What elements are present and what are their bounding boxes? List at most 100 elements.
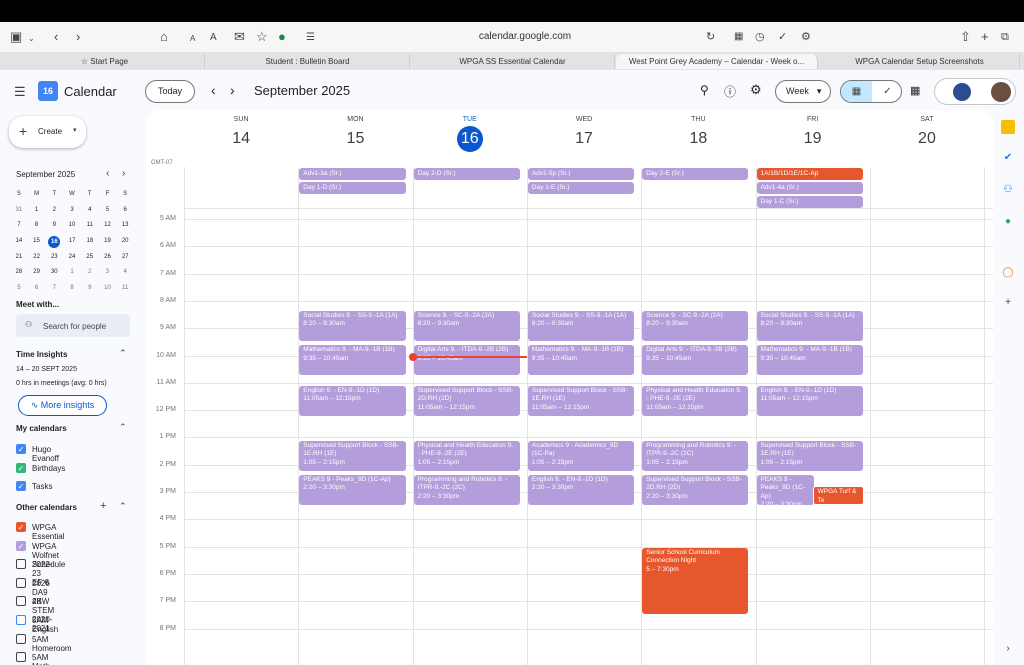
all-day-event[interactable]: Adv1-4a (Sr.) [756, 182, 863, 194]
calendar-checkbox[interactable]: ✓ [16, 462, 26, 473]
mini-day[interactable]: 10 [99, 281, 117, 297]
calendar-event[interactable]: English 9. - EN-9.-1D (1D) 11:05am – 12:1… [299, 385, 406, 416]
mini-day[interactable]: 4 [116, 265, 134, 281]
mini-day[interactable]: 5 [10, 281, 28, 297]
mini-prev-icon[interactable]: ‹ [106, 168, 109, 179]
calendar-checkbox[interactable]: ✓ [16, 522, 26, 532]
mini-day[interactable]: 18 [81, 234, 99, 250]
today-button[interactable]: Today [145, 80, 195, 103]
mini-day[interactable]: 1 [28, 203, 46, 219]
search-people-input[interactable]: ⚇ Search for people [16, 314, 130, 337]
calendar-event[interactable]: Supervised Support Block - SSB-1E.RH (1E… [527, 385, 635, 416]
mini-day[interactable]: 3 [99, 265, 117, 281]
calendar-event[interactable]: Social Studies 9. - SS-9.-1A (1A) 8:20 – … [299, 310, 406, 341]
star-icon[interactable]: ☆ [256, 28, 268, 46]
day-number[interactable]: 15 [298, 127, 412, 151]
mini-day[interactable]: 8 [28, 218, 46, 234]
calendar-event[interactable]: Social Studies 9. - SS-9.-1A (1A) 8:20 – … [527, 310, 635, 341]
collapse-icon[interactable]: ⌃ [119, 501, 127, 512]
tasks-view-icon[interactable]: ✓ [872, 81, 901, 102]
next-week-icon[interactable]: › [230, 82, 235, 98]
tab-overview-icon[interactable]: ⧉ [1001, 28, 1009, 46]
text-larger-icon[interactable]: A [210, 29, 217, 47]
calendar-event[interactable]: Supervised Support Block - SSB-1E.RH (1E… [299, 440, 406, 471]
grammarly-icon[interactable]: ● [278, 28, 286, 46]
day-number[interactable]: 16 [456, 126, 483, 152]
calendar-event[interactable]: Science 9. - SC-9.-2A (2A) 8:20 – 9:30am [413, 310, 520, 341]
tab-setup-screenshots[interactable]: WPGA Calendar Setup Screenshots [820, 54, 1020, 69]
school-crest-icon[interactable] [953, 83, 971, 101]
mini-day[interactable]: 30 [45, 265, 63, 281]
home-icon[interactable]: ⌂ [160, 28, 168, 46]
all-day-event[interactable]: Day 1-C (Sr.) [756, 196, 863, 208]
create-button[interactable]: + Create ▾ [9, 116, 86, 148]
calendar-checkbox[interactable] [16, 652, 26, 663]
calendar-checkbox[interactable] [16, 577, 26, 588]
calendar-checkbox[interactable]: ✓ [16, 444, 26, 454]
mail-icon[interactable]: ✉ [234, 28, 245, 46]
mini-day[interactable]: 12 [99, 218, 117, 234]
calendar-event[interactable]: English 9. - EN-9.-1D (1D) 11:05am – 12:1… [756, 385, 863, 416]
calendar-checkbox[interactable]: ✓ [16, 540, 26, 551]
tab-calendar-week[interactable]: West Point Grey Academy – Calendar - Wee… [616, 54, 818, 69]
sidebar-toggle-icon[interactable]: ▣ [10, 28, 22, 46]
all-day-event[interactable]: Adv1-5p (Sr.) [527, 168, 635, 180]
calendar-event[interactable]: Academics 9 - Academics_9D (1C-Pa) 1:05 –… [527, 440, 635, 471]
day-number[interactable]: 19 [756, 127, 870, 151]
day-number[interactable]: 14 [184, 127, 298, 151]
addon-icon[interactable]: ◯ [1001, 266, 1015, 280]
calendar-event[interactable]: Mathematics 9. - MA-9.-1B (1B) 9:35 – 10:… [756, 345, 863, 375]
mini-day[interactable]: 11 [81, 218, 99, 234]
calendar-event[interactable]: Supervised Support Block - SSB-1E.RH (1E… [756, 440, 863, 471]
clock-icon[interactable]: ◷ [755, 28, 765, 46]
mini-day[interactable]: 10 [63, 218, 81, 234]
calendar-event[interactable]: Physical and Health Education 9. - PHE-9… [642, 385, 749, 416]
mini-day[interactable]: 22 [28, 250, 46, 266]
calendar-event[interactable]: Supervised Support Block - SSB-2D.RH (2D… [642, 474, 749, 505]
calendar-checkbox[interactable] [16, 559, 26, 570]
mini-day[interactable]: 16 [48, 236, 61, 249]
calendar-event[interactable]: Senior School Curriculum Connection Nigh… [642, 547, 749, 614]
check-icon[interactable]: ✓ [778, 28, 787, 46]
calendar-checkbox[interactable] [16, 596, 26, 607]
mini-day[interactable]: 5 [99, 203, 117, 219]
all-day-event[interactable]: Day 1-E (Sr.) [527, 182, 635, 194]
new-tab-icon[interactable]: + [981, 28, 989, 46]
tab-bulletin-board[interactable]: Student : Bulletin Board [206, 54, 410, 69]
avatar[interactable] [991, 82, 1011, 102]
mini-day[interactable]: 15 [28, 234, 46, 250]
calendar-checkbox[interactable] [16, 615, 26, 625]
mini-day[interactable]: 9 [45, 218, 63, 234]
mini-day[interactable]: 13 [116, 218, 134, 234]
mini-day[interactable]: 7 [10, 218, 28, 234]
collapse-icon[interactable]: ⌃ [119, 422, 127, 433]
settings-icon[interactable]: ⚙ [750, 82, 762, 98]
calendar-event[interactable]: Physical and Health Education 9. - PHE-9… [413, 440, 520, 471]
help-icon[interactable]: ⓘ [724, 83, 736, 100]
collapse-icon[interactable]: ⌃ [119, 348, 127, 359]
mini-day[interactable]: 6 [116, 203, 134, 219]
all-day-event[interactable]: Day 2-E (Sr.) [642, 168, 749, 180]
day-header[interactable]: THU 18 [641, 110, 755, 151]
add-calendar-icon[interactable]: + [100, 500, 106, 512]
mini-day[interactable]: 3 [63, 203, 81, 219]
all-day-event[interactable]: 1A/1B/1D/1E/1C-Ap [756, 168, 863, 180]
mini-day[interactable]: 25 [81, 250, 99, 266]
reader-icon[interactable]: ☰ [306, 29, 315, 47]
get-addons-icon[interactable]: + [1001, 296, 1015, 310]
contacts-icon[interactable]: ⚇ [1001, 183, 1015, 197]
calendar-event[interactable]: Supervised Support Block - SSB-2D.RH (2D… [413, 385, 520, 416]
mini-day[interactable]: 24 [63, 250, 81, 266]
all-day-event[interactable]: Adv1-3a (Sr.) [299, 168, 406, 180]
mini-day[interactable]: 6 [28, 281, 46, 297]
mini-day[interactable]: 14 [10, 234, 28, 250]
gear-icon[interactable]: ⚙ [801, 28, 811, 46]
tab-essential-calendar[interactable]: WPGA SS Essential Calendar [411, 54, 615, 69]
keep-icon[interactable] [1001, 120, 1015, 134]
calendar-event[interactable]: Mathematics 9. - MA-9.-1B (1B) 9:35 – 10:… [299, 345, 406, 375]
tab-start-page[interactable]: ☆ Start Page [5, 54, 205, 69]
calendar-event[interactable]: Mathematics 9. - MA-9.-1B (1B) 9:35 – 10:… [527, 345, 635, 375]
mini-day[interactable]: 7 [45, 281, 63, 297]
calendar-event[interactable]: Science 9. - SC-9.-2A (2A) 8:20 – 9:30am [642, 310, 749, 341]
apps-grid-icon[interactable]: ▦ [910, 84, 920, 97]
